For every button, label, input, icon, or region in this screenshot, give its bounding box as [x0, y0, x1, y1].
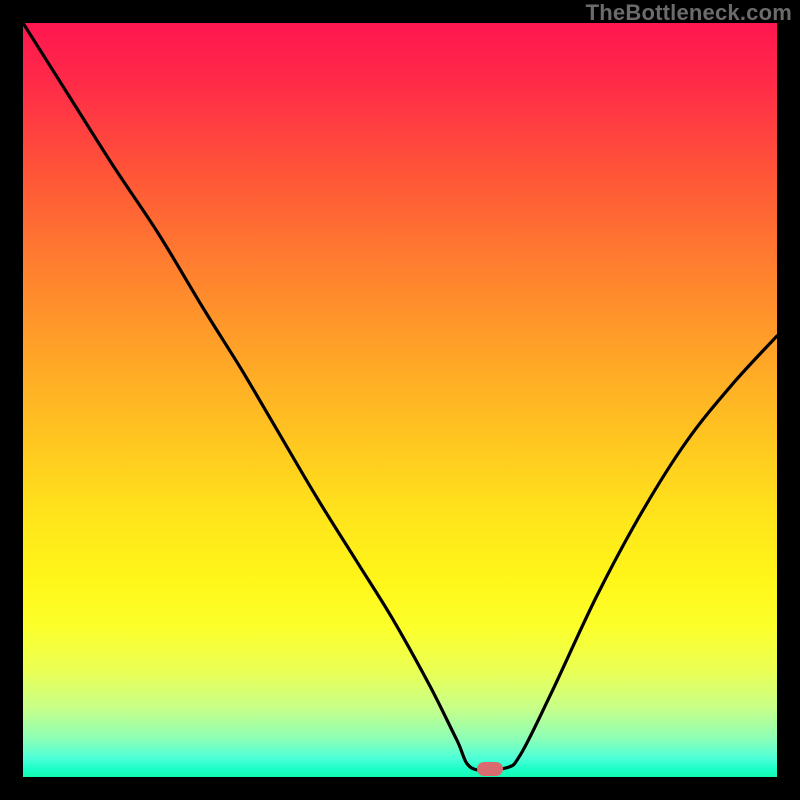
watermark-text: TheBottleneck.com	[586, 0, 792, 26]
plot-area	[23, 23, 777, 777]
chart-frame: TheBottleneck.com	[0, 0, 800, 800]
bottleneck-curve	[23, 23, 777, 777]
optimal-point-marker	[477, 762, 503, 776]
